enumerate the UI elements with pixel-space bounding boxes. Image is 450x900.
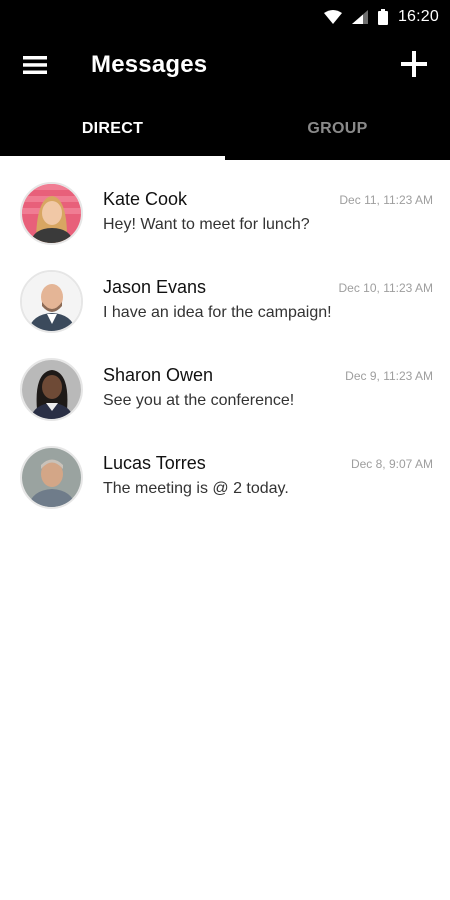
message-preview: See you at the conference! <box>103 392 295 409</box>
message-preview: The meeting is @ 2 today. <box>103 480 289 497</box>
message-preview: Hey! Want to meet for lunch? <box>103 216 310 233</box>
kate-cook-avatar <box>20 182 83 245</box>
tab-group[interactable]: GROUP <box>225 98 450 160</box>
plus-icon <box>401 50 427 82</box>
wifi-icon <box>323 10 342 24</box>
conversation-row-sharon-owen[interactable]: Sharon Owen See you at the conference! D… <box>0 336 450 424</box>
conversation-row-kate-cook[interactable]: Kate Cook Hey! Want to meet for lunch? D… <box>0 160 450 248</box>
status-time: 16:20 <box>397 8 439 25</box>
new-message-button[interactable] <box>396 48 432 84</box>
battery-icon <box>377 9 388 25</box>
conversation-row-lucas-torres[interactable]: Lucas Torres The meeting is @ 2 today. D… <box>0 424 450 512</box>
sharon-owen-avatar <box>20 358 83 421</box>
message-preview: I have an idea for the campaign! <box>103 304 332 321</box>
message-timestamp: Dec 8, 9:07 AM <box>350 457 433 471</box>
contact-name: Sharon Owen <box>103 365 214 385</box>
contact-name: Kate Cook <box>103 189 188 209</box>
hamburger-menu-icon <box>23 55 47 79</box>
cellular-signal-icon <box>351 10 368 24</box>
conversation-list: Kate Cook Hey! Want to meet for lunch? D… <box>0 160 450 512</box>
contact-name: Lucas Torres <box>103 453 206 473</box>
tab-direct[interactable]: DIRECT <box>0 98 225 160</box>
status-bar: 16:20 <box>0 0 450 34</box>
message-timestamp: Dec 10, 11:23 AM <box>338 281 434 295</box>
lucas-torres-avatar <box>20 446 83 509</box>
message-timestamp: Dec 11, 11:23 AM <box>339 193 433 207</box>
tab-bar: DIRECT GROUP <box>0 98 450 160</box>
jason-evans-avatar <box>20 270 83 333</box>
contact-name: Jason Evans <box>103 277 207 297</box>
app-bar: Messages <box>0 34 450 98</box>
page-title: Messages <box>91 51 208 78</box>
conversation-row-jason-evans[interactable]: Jason Evans I have an idea for the campa… <box>0 248 450 336</box>
message-timestamp: Dec 9, 11:23 AM <box>345 369 433 383</box>
menu-button[interactable] <box>18 50 52 84</box>
